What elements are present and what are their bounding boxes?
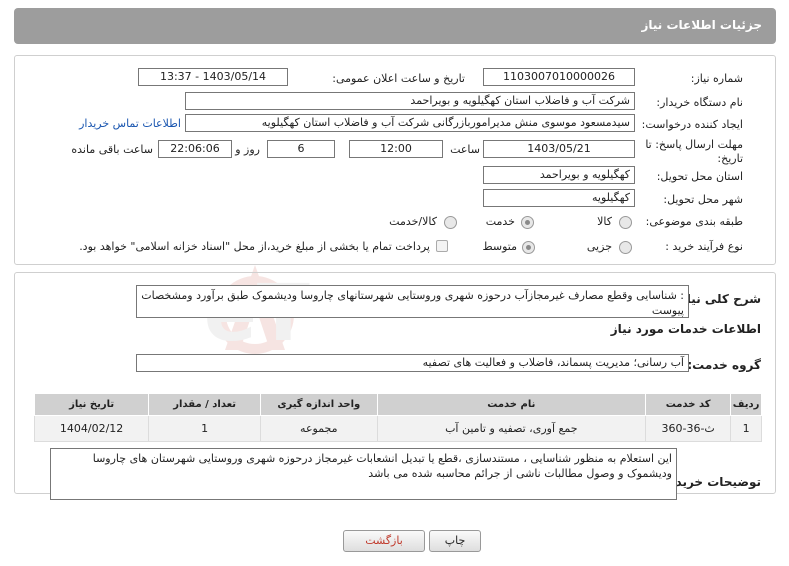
table-row: 1 ث-36-360 جمع آوری، تصفیه و تامین آب مج… — [33, 415, 762, 442]
city-label: شهر محل تحویل: — [663, 193, 743, 206]
category-option-goods: کالا — [597, 215, 612, 228]
treasury-payment-checkbox[interactable] — [436, 240, 448, 252]
province-label: استان محل تحویل: — [656, 170, 743, 183]
col-row: ردیف — [730, 393, 762, 416]
announce-datetime-field: 1403/05/14 - 13:37 — [138, 68, 288, 86]
deadline-label-date: تاریخ: — [717, 152, 743, 165]
days-label: روز و — [235, 143, 260, 156]
summary-field: : شناسایی وقطع مصارف غیرمجازآب درحوزه شه… — [136, 285, 689, 318]
cell-row: 1 — [730, 415, 762, 442]
back-button[interactable]: بازگشت — [343, 530, 425, 552]
process-option-medium: متوسط — [482, 240, 517, 253]
buyer-contact-link[interactable]: اطلاعات تماس خریدار — [79, 117, 181, 130]
announce-datetime-label: تاریخ و ساعت اعلان عمومی: — [332, 72, 465, 85]
deadline-time-label: ساعت — [450, 143, 480, 156]
deadline-time-field: 12:00 — [349, 140, 443, 158]
page-header: جزئیات اطلاعات نیاز — [14, 8, 776, 44]
process-option-minor: جزیی — [586, 240, 612, 253]
remaining-time-field: 22:06:06 — [158, 140, 232, 158]
city-field: کهگیلویه — [483, 189, 635, 207]
buyer-org-field: شرکت آب و فاضلاب استان کهگیلویه و بویراح… — [185, 92, 635, 110]
service-group-label: گروه خدمت: — [687, 358, 761, 372]
page-title: جزئیات اطلاعات نیاز — [641, 18, 762, 32]
days-remaining-field: 6 — [267, 140, 335, 158]
category-radio-goods-service[interactable] — [444, 216, 457, 229]
creator-field: سیدمسعود موسوی منش مدیراموربازرگانی شرکت… — [185, 114, 635, 132]
need-info-panel — [14, 55, 776, 265]
print-button[interactable]: چاپ — [429, 530, 481, 552]
col-name: نام خدمت — [376, 393, 647, 416]
remaining-time-label: ساعت باقی مانده — [71, 143, 153, 156]
category-radio-service[interactable] — [521, 216, 534, 229]
buyer-org-label: نام دستگاه خریدار: — [656, 96, 743, 109]
col-date: تاریخ نیاز — [33, 393, 150, 416]
col-code: کد خدمت — [645, 393, 732, 416]
services-table: ردیف کد خدمت نام خدمت واحد اندازه گیری ت… — [33, 393, 762, 442]
category-label: طبقه بندی موضوعی: — [645, 215, 743, 228]
process-radio-medium[interactable] — [522, 241, 535, 254]
need-number-label: شماره نیاز: — [690, 72, 743, 85]
cell-name: جمع آوری، تصفیه و تامین آب — [376, 415, 647, 442]
creator-label: ایجاد کننده درخواست: — [641, 118, 743, 131]
cell-date: 1404/02/12 — [33, 415, 150, 442]
service-group-field: آب رسانی؛ مدیریت پسماند، فاضلاب و فعالیت… — [136, 354, 689, 372]
category-option-service: خدمت — [485, 215, 515, 228]
deadline-date-field: 1403/05/21 — [483, 140, 635, 158]
need-number-field: 1103007010000026 — [483, 68, 635, 86]
col-unit: واحد اندازه گیری — [260, 393, 378, 416]
deadline-label: مهلت ارسال پاسخ: تا — [645, 138, 743, 151]
col-qty: تعداد / مقدار — [148, 393, 262, 416]
table-header-row: ردیف کد خدمت نام خدمت واحد اندازه گیری ت… — [33, 393, 762, 416]
services-section-title: اطلاعات خدمات مورد نیاز — [610, 322, 761, 336]
process-radio-minor[interactable] — [619, 241, 632, 254]
process-label: نوع فرآیند خرید : — [665, 240, 743, 253]
treasury-payment-note: پرداخت تمام یا بخشی از مبلغ خرید،از محل … — [79, 240, 430, 253]
category-radio-goods[interactable] — [619, 216, 632, 229]
category-option-goods-service: کالا/خدمت — [389, 215, 437, 228]
cell-unit: مجموعه — [260, 415, 378, 442]
cell-qty: 1 — [148, 415, 262, 442]
buyer-notes-field: این استعلام به منظور شناسایی ، مستندسازی… — [50, 448, 677, 500]
province-field: کهگیلویه و بویراحمد — [483, 166, 635, 184]
cell-code: ث-36-360 — [645, 415, 732, 442]
